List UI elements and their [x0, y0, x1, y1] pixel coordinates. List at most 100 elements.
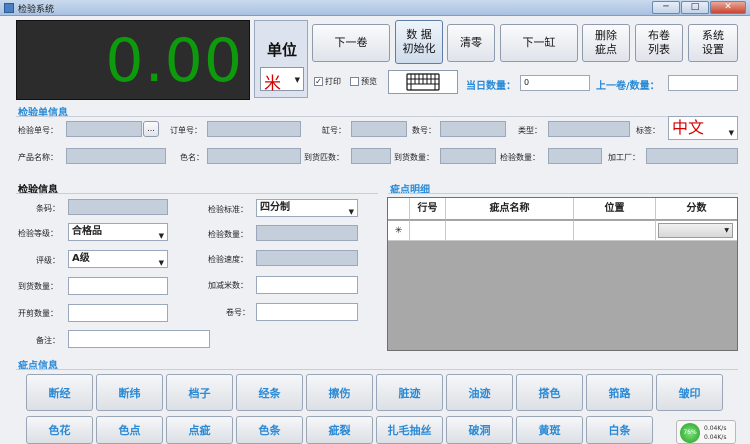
keyboard-button[interactable] — [388, 70, 458, 94]
next-tank-button[interactable]: 下一缸 — [500, 24, 578, 62]
next-roll-button[interactable]: 下一卷 — [312, 24, 390, 62]
arrive-count-field[interactable] — [351, 148, 391, 164]
defect-button[interactable]: 疵裂 — [306, 416, 373, 444]
cell-row-no[interactable] — [410, 221, 446, 241]
column-header-position[interactable]: 位置 — [574, 198, 656, 220]
product-name-label: 产品名称： — [18, 153, 58, 162]
tank-no-label: 缸号： — [322, 126, 346, 135]
arrive-qty-label: 到货数量： — [394, 153, 434, 162]
network-speed-widget[interactable]: 76% 0.04K/s 0.04K/s — [676, 420, 736, 444]
defect-button[interactable]: 脏迹 — [376, 374, 443, 411]
today-count-field[interactable]: 0 — [520, 75, 590, 91]
inspect-qty-label: 检验数量： — [500, 153, 540, 162]
defect-button[interactable]: 断经 — [26, 374, 93, 411]
cell-position[interactable] — [574, 221, 656, 241]
delete-defect-button[interactable]: 删除 疵点 — [582, 24, 630, 62]
product-name-field[interactable] — [66, 148, 166, 164]
roll-no-input[interactable] — [256, 303, 358, 321]
settings-button[interactable]: 系统 设置 — [688, 24, 738, 62]
defect-button[interactable]: 色花 — [26, 416, 93, 444]
order-no-field[interactable] — [66, 121, 142, 137]
remark-label: 备注： — [36, 336, 60, 345]
cut-qty-input[interactable] — [68, 304, 168, 322]
defect-button[interactable]: 白条 — [586, 416, 653, 444]
type-field[interactable] — [548, 121, 630, 137]
tag-label: 标签： — [636, 126, 660, 135]
preview-checkbox[interactable]: 预览 — [350, 74, 377, 88]
meter-value: 0.00 — [105, 26, 243, 96]
column-header-score[interactable]: 分数 — [656, 198, 737, 220]
divider — [16, 193, 378, 194]
roll-list-button[interactable]: 布卷 列表 — [635, 24, 683, 62]
rating-select[interactable]: A级 ▼ — [68, 250, 168, 268]
standard-label: 检验标准： — [208, 205, 248, 214]
order-no-browse-button[interactable]: ... — [143, 121, 159, 137]
upload-speed: 0.04K/s — [704, 425, 727, 432]
last-roll-count-label: 上一卷/数量： — [596, 81, 660, 92]
inspect-speed-field[interactable] — [256, 250, 358, 266]
tag-select[interactable]: 中文 ▼ — [668, 116, 738, 140]
arrive-qty-field[interactable] — [440, 148, 496, 164]
factory-field[interactable] — [646, 148, 738, 164]
standard-select[interactable]: 四分制 ▼ — [256, 199, 358, 217]
defect-button[interactable]: 扎毛抽丝 — [376, 416, 443, 444]
score-select[interactable]: ▼ — [658, 223, 733, 238]
count-no-label: 数号： — [412, 126, 436, 135]
new-row-marker: ✳ — [388, 221, 410, 241]
defect-button[interactable]: 档子 — [166, 374, 233, 411]
inspect-speed-label: 检验速度： — [208, 255, 248, 264]
divider — [388, 193, 738, 194]
cell-score[interactable]: ▼ — [656, 221, 737, 241]
remark-input[interactable] — [68, 330, 210, 348]
column-header-row-no[interactable]: 行号 — [410, 198, 446, 220]
arrive-qty-label: 到货数量： — [18, 282, 58, 291]
defect-button[interactable]: 黄斑 — [516, 416, 583, 444]
chevron-down-icon: ▼ — [724, 227, 729, 234]
add-meters-input[interactable] — [256, 276, 358, 294]
chevron-down-icon: ▼ — [294, 76, 300, 84]
arrive-qty-input[interactable] — [68, 277, 168, 295]
minimize-button[interactable]: ─ — [652, 1, 680, 14]
po-label: 订单号： — [170, 126, 202, 135]
defect-button[interactable]: 筘路 — [586, 374, 653, 411]
checkbox-empty-icon — [350, 76, 359, 86]
defect-button[interactable]: 破洞 — [446, 416, 513, 444]
divider — [16, 369, 738, 370]
defect-button[interactable]: 断纬 — [96, 374, 163, 411]
po-field[interactable] — [207, 121, 301, 137]
row-header-corner — [388, 198, 410, 220]
inspect-qty-field[interactable] — [256, 225, 358, 241]
count-no-field[interactable] — [440, 121, 506, 137]
defect-button[interactable]: 点疵 — [166, 416, 233, 444]
add-meters-label: 加减米数： — [208, 281, 248, 290]
print-checkbox[interactable]: ✓ 打印 — [314, 74, 341, 88]
barcode-field[interactable] — [68, 199, 168, 215]
inspect-qty-label: 检验数量： — [208, 230, 248, 239]
inspect-qty-field[interactable] — [548, 148, 602, 164]
last-roll-count-field[interactable] — [668, 75, 738, 91]
defect-button[interactable]: 擦伤 — [306, 374, 373, 411]
column-header-defect-name[interactable]: 疵点名称 — [446, 198, 574, 220]
close-button[interactable]: ✕ — [710, 1, 746, 14]
divider — [16, 116, 738, 117]
barcode-label: 条码： — [36, 204, 60, 213]
clear-button[interactable]: 清零 — [447, 24, 495, 62]
init-data-button[interactable]: 数 据 初始化 — [395, 20, 443, 64]
color-name-field[interactable] — [207, 148, 301, 164]
defect-button[interactable]: 经条 — [236, 374, 303, 411]
maximize-button[interactable]: □ — [681, 1, 709, 14]
unit-select[interactable]: 米 ▼ — [260, 67, 304, 94]
tank-no-field[interactable] — [351, 121, 407, 137]
type-label: 类型： — [518, 126, 542, 135]
defect-button[interactable]: 色点 — [96, 416, 163, 444]
defect-button[interactable]: 色条 — [236, 416, 303, 444]
defect-button[interactable]: 搭色 — [516, 374, 583, 411]
defect-detail-grid[interactable]: 行号 疵点名称 位置 分数 ✳ ▼ — [387, 197, 738, 351]
cut-qty-label: 开剪数量： — [18, 309, 58, 318]
chevron-down-icon: ▼ — [158, 232, 164, 240]
grade-select[interactable]: 合格品 ▼ — [68, 223, 168, 241]
window-title: 检验系统 — [18, 5, 55, 15]
cell-defect-name[interactable] — [446, 221, 574, 241]
defect-button[interactable]: 皱印 — [656, 374, 723, 411]
defect-button[interactable]: 油迹 — [446, 374, 513, 411]
